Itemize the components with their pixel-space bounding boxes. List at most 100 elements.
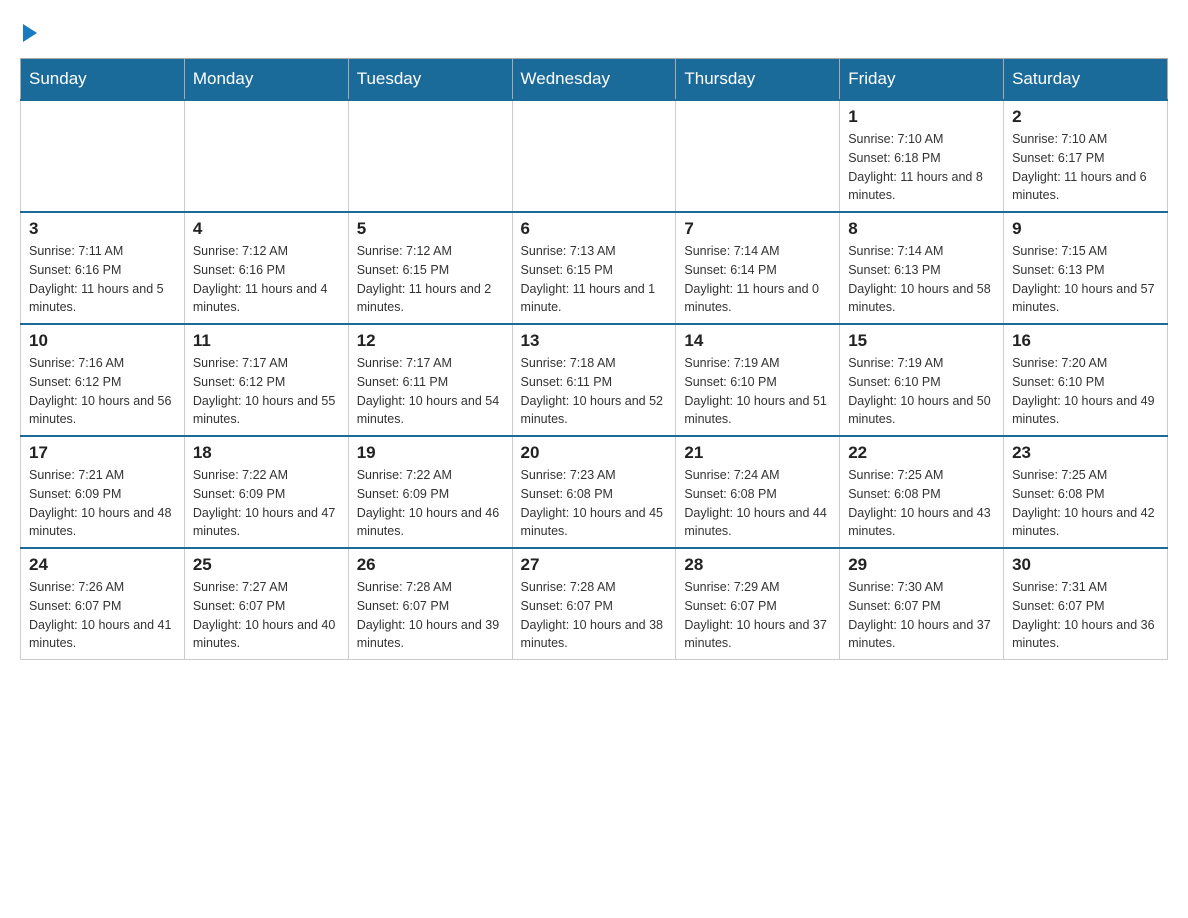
day-info: Sunrise: 7:28 AMSunset: 6:07 PMDaylight:… [521,578,668,653]
day-number: 12 [357,331,504,351]
day-number: 30 [1012,555,1159,575]
day-number: 4 [193,219,340,239]
calendar-week-row: 3Sunrise: 7:11 AMSunset: 6:16 PMDaylight… [21,212,1168,324]
day-info: Sunrise: 7:29 AMSunset: 6:07 PMDaylight:… [684,578,831,653]
day-info: Sunrise: 7:14 AMSunset: 6:13 PMDaylight:… [848,242,995,317]
logo-arrow-icon [23,24,37,42]
day-number: 9 [1012,219,1159,239]
day-number: 19 [357,443,504,463]
calendar-cell: 17 Sunrise: 7:21 AMSunset: 6:09 PMDayligh… [21,436,185,548]
day-number: 20 [521,443,668,463]
day-number: 2 [1012,107,1159,127]
calendar-cell: 9 Sunrise: 7:15 AMSunset: 6:13 PMDaylight… [1004,212,1168,324]
day-info: Sunrise: 7:25 AMSunset: 6:08 PMDaylight:… [848,466,995,541]
day-info: Sunrise: 7:18 AMSunset: 6:11 PMDaylight:… [521,354,668,429]
calendar-cell: 13 Sunrise: 7:18 AMSunset: 6:11 PMDayligh… [512,324,676,436]
calendar-header-row: SundayMondayTuesdayWednesdayThursdayFrid… [21,59,1168,101]
day-info: Sunrise: 7:27 AMSunset: 6:07 PMDaylight:… [193,578,340,653]
calendar-cell: 29 Sunrise: 7:30 AMSunset: 6:07 PMDayligh… [840,548,1004,660]
calendar-cell: 14 Sunrise: 7:19 AMSunset: 6:10 PMDayligh… [676,324,840,436]
calendar-cell: 22Sunrise: 7:25 AMSunset: 6:08 PMDayligh… [840,436,1004,548]
day-number: 1 [848,107,995,127]
weekday-header-monday: Monday [184,59,348,101]
calendar-week-row: 1 Sunrise: 7:10 AMSunset: 6:18 PMDaylight… [21,100,1168,212]
day-number: 29 [848,555,995,575]
day-info: Sunrise: 7:16 AMSunset: 6:12 PMDaylight:… [29,354,176,429]
day-info: Sunrise: 7:12 AMSunset: 6:15 PMDaylight:… [357,242,504,317]
day-info: Sunrise: 7:20 AMSunset: 6:10 PMDaylight:… [1012,354,1159,429]
day-info: Sunrise: 7:22 AMSunset: 6:09 PMDaylight:… [193,466,340,541]
calendar-cell: 24 Sunrise: 7:26 AMSunset: 6:07 PMDayligh… [21,548,185,660]
calendar-cell: 8Sunrise: 7:14 AMSunset: 6:13 PMDaylight… [840,212,1004,324]
day-info: Sunrise: 7:14 AMSunset: 6:14 PMDaylight:… [684,242,831,317]
day-info: Sunrise: 7:25 AMSunset: 6:08 PMDaylight:… [1012,466,1159,541]
day-number: 18 [193,443,340,463]
day-number: 21 [684,443,831,463]
calendar-cell: 11 Sunrise: 7:17 AMSunset: 6:12 PMDayligh… [184,324,348,436]
day-info: Sunrise: 7:31 AMSunset: 6:07 PMDaylight:… [1012,578,1159,653]
day-number: 25 [193,555,340,575]
day-number: 23 [1012,443,1159,463]
day-info: Sunrise: 7:13 AMSunset: 6:15 PMDaylight:… [521,242,668,317]
day-info: Sunrise: 7:11 AMSunset: 6:16 PMDaylight:… [29,242,176,317]
weekday-header-tuesday: Tuesday [348,59,512,101]
calendar-table: SundayMondayTuesdayWednesdayThursdayFrid… [20,58,1168,660]
day-info: Sunrise: 7:23 AMSunset: 6:08 PMDaylight:… [521,466,668,541]
calendar-cell: 28 Sunrise: 7:29 AMSunset: 6:07 PMDayligh… [676,548,840,660]
day-info: Sunrise: 7:17 AMSunset: 6:12 PMDaylight:… [193,354,340,429]
day-number: 26 [357,555,504,575]
calendar-week-row: 17 Sunrise: 7:21 AMSunset: 6:09 PMDayligh… [21,436,1168,548]
day-info: Sunrise: 7:19 AMSunset: 6:10 PMDaylight:… [684,354,831,429]
calendar-cell [512,100,676,212]
calendar-cell [348,100,512,212]
day-number: 28 [684,555,831,575]
day-info: Sunrise: 7:24 AMSunset: 6:08 PMDaylight:… [684,466,831,541]
day-info: Sunrise: 7:15 AMSunset: 6:13 PMDaylight:… [1012,242,1159,317]
weekday-header-thursday: Thursday [676,59,840,101]
day-number: 7 [684,219,831,239]
day-number: 16 [1012,331,1159,351]
calendar-cell: 5 Sunrise: 7:12 AMSunset: 6:15 PMDaylight… [348,212,512,324]
calendar-cell [21,100,185,212]
page-header [20,20,1168,38]
calendar-cell: 15Sunrise: 7:19 AMSunset: 6:10 PMDayligh… [840,324,1004,436]
calendar-cell: 27 Sunrise: 7:28 AMSunset: 6:07 PMDayligh… [512,548,676,660]
calendar-cell: 12 Sunrise: 7:17 AMSunset: 6:11 PMDayligh… [348,324,512,436]
day-info: Sunrise: 7:17 AMSunset: 6:11 PMDaylight:… [357,354,504,429]
logo [20,20,37,38]
weekday-header-sunday: Sunday [21,59,185,101]
day-info: Sunrise: 7:30 AMSunset: 6:07 PMDaylight:… [848,578,995,653]
day-number: 17 [29,443,176,463]
calendar-cell: 16 Sunrise: 7:20 AMSunset: 6:10 PMDayligh… [1004,324,1168,436]
day-info: Sunrise: 7:21 AMSunset: 6:09 PMDaylight:… [29,466,176,541]
day-number: 10 [29,331,176,351]
calendar-cell: 10 Sunrise: 7:16 AMSunset: 6:12 PMDayligh… [21,324,185,436]
calendar-cell: 30 Sunrise: 7:31 AMSunset: 6:07 PMDayligh… [1004,548,1168,660]
day-number: 13 [521,331,668,351]
day-info: Sunrise: 7:19 AMSunset: 6:10 PMDaylight:… [848,354,995,429]
calendar-cell: 26 Sunrise: 7:28 AMSunset: 6:07 PMDayligh… [348,548,512,660]
day-number: 5 [357,219,504,239]
weekday-header-wednesday: Wednesday [512,59,676,101]
day-info: Sunrise: 7:10 AMSunset: 6:18 PMDaylight:… [848,130,995,205]
day-number: 24 [29,555,176,575]
calendar-week-row: 24 Sunrise: 7:26 AMSunset: 6:07 PMDayligh… [21,548,1168,660]
calendar-cell: 4 Sunrise: 7:12 AMSunset: 6:16 PMDaylight… [184,212,348,324]
day-info: Sunrise: 7:28 AMSunset: 6:07 PMDaylight:… [357,578,504,653]
day-number: 27 [521,555,668,575]
day-number: 14 [684,331,831,351]
calendar-cell: 1 Sunrise: 7:10 AMSunset: 6:18 PMDaylight… [840,100,1004,212]
calendar-cell: 7 Sunrise: 7:14 AMSunset: 6:14 PMDaylight… [676,212,840,324]
calendar-cell: 21 Sunrise: 7:24 AMSunset: 6:08 PMDayligh… [676,436,840,548]
day-info: Sunrise: 7:12 AMSunset: 6:16 PMDaylight:… [193,242,340,317]
day-number: 6 [521,219,668,239]
calendar-cell: 18 Sunrise: 7:22 AMSunset: 6:09 PMDayligh… [184,436,348,548]
day-info: Sunrise: 7:26 AMSunset: 6:07 PMDaylight:… [29,578,176,653]
weekday-header-friday: Friday [840,59,1004,101]
calendar-cell: 25 Sunrise: 7:27 AMSunset: 6:07 PMDayligh… [184,548,348,660]
calendar-cell: 19 Sunrise: 7:22 AMSunset: 6:09 PMDayligh… [348,436,512,548]
calendar-cell [676,100,840,212]
day-info: Sunrise: 7:22 AMSunset: 6:09 PMDaylight:… [357,466,504,541]
day-info: Sunrise: 7:10 AMSunset: 6:17 PMDaylight:… [1012,130,1159,205]
day-number: 11 [193,331,340,351]
